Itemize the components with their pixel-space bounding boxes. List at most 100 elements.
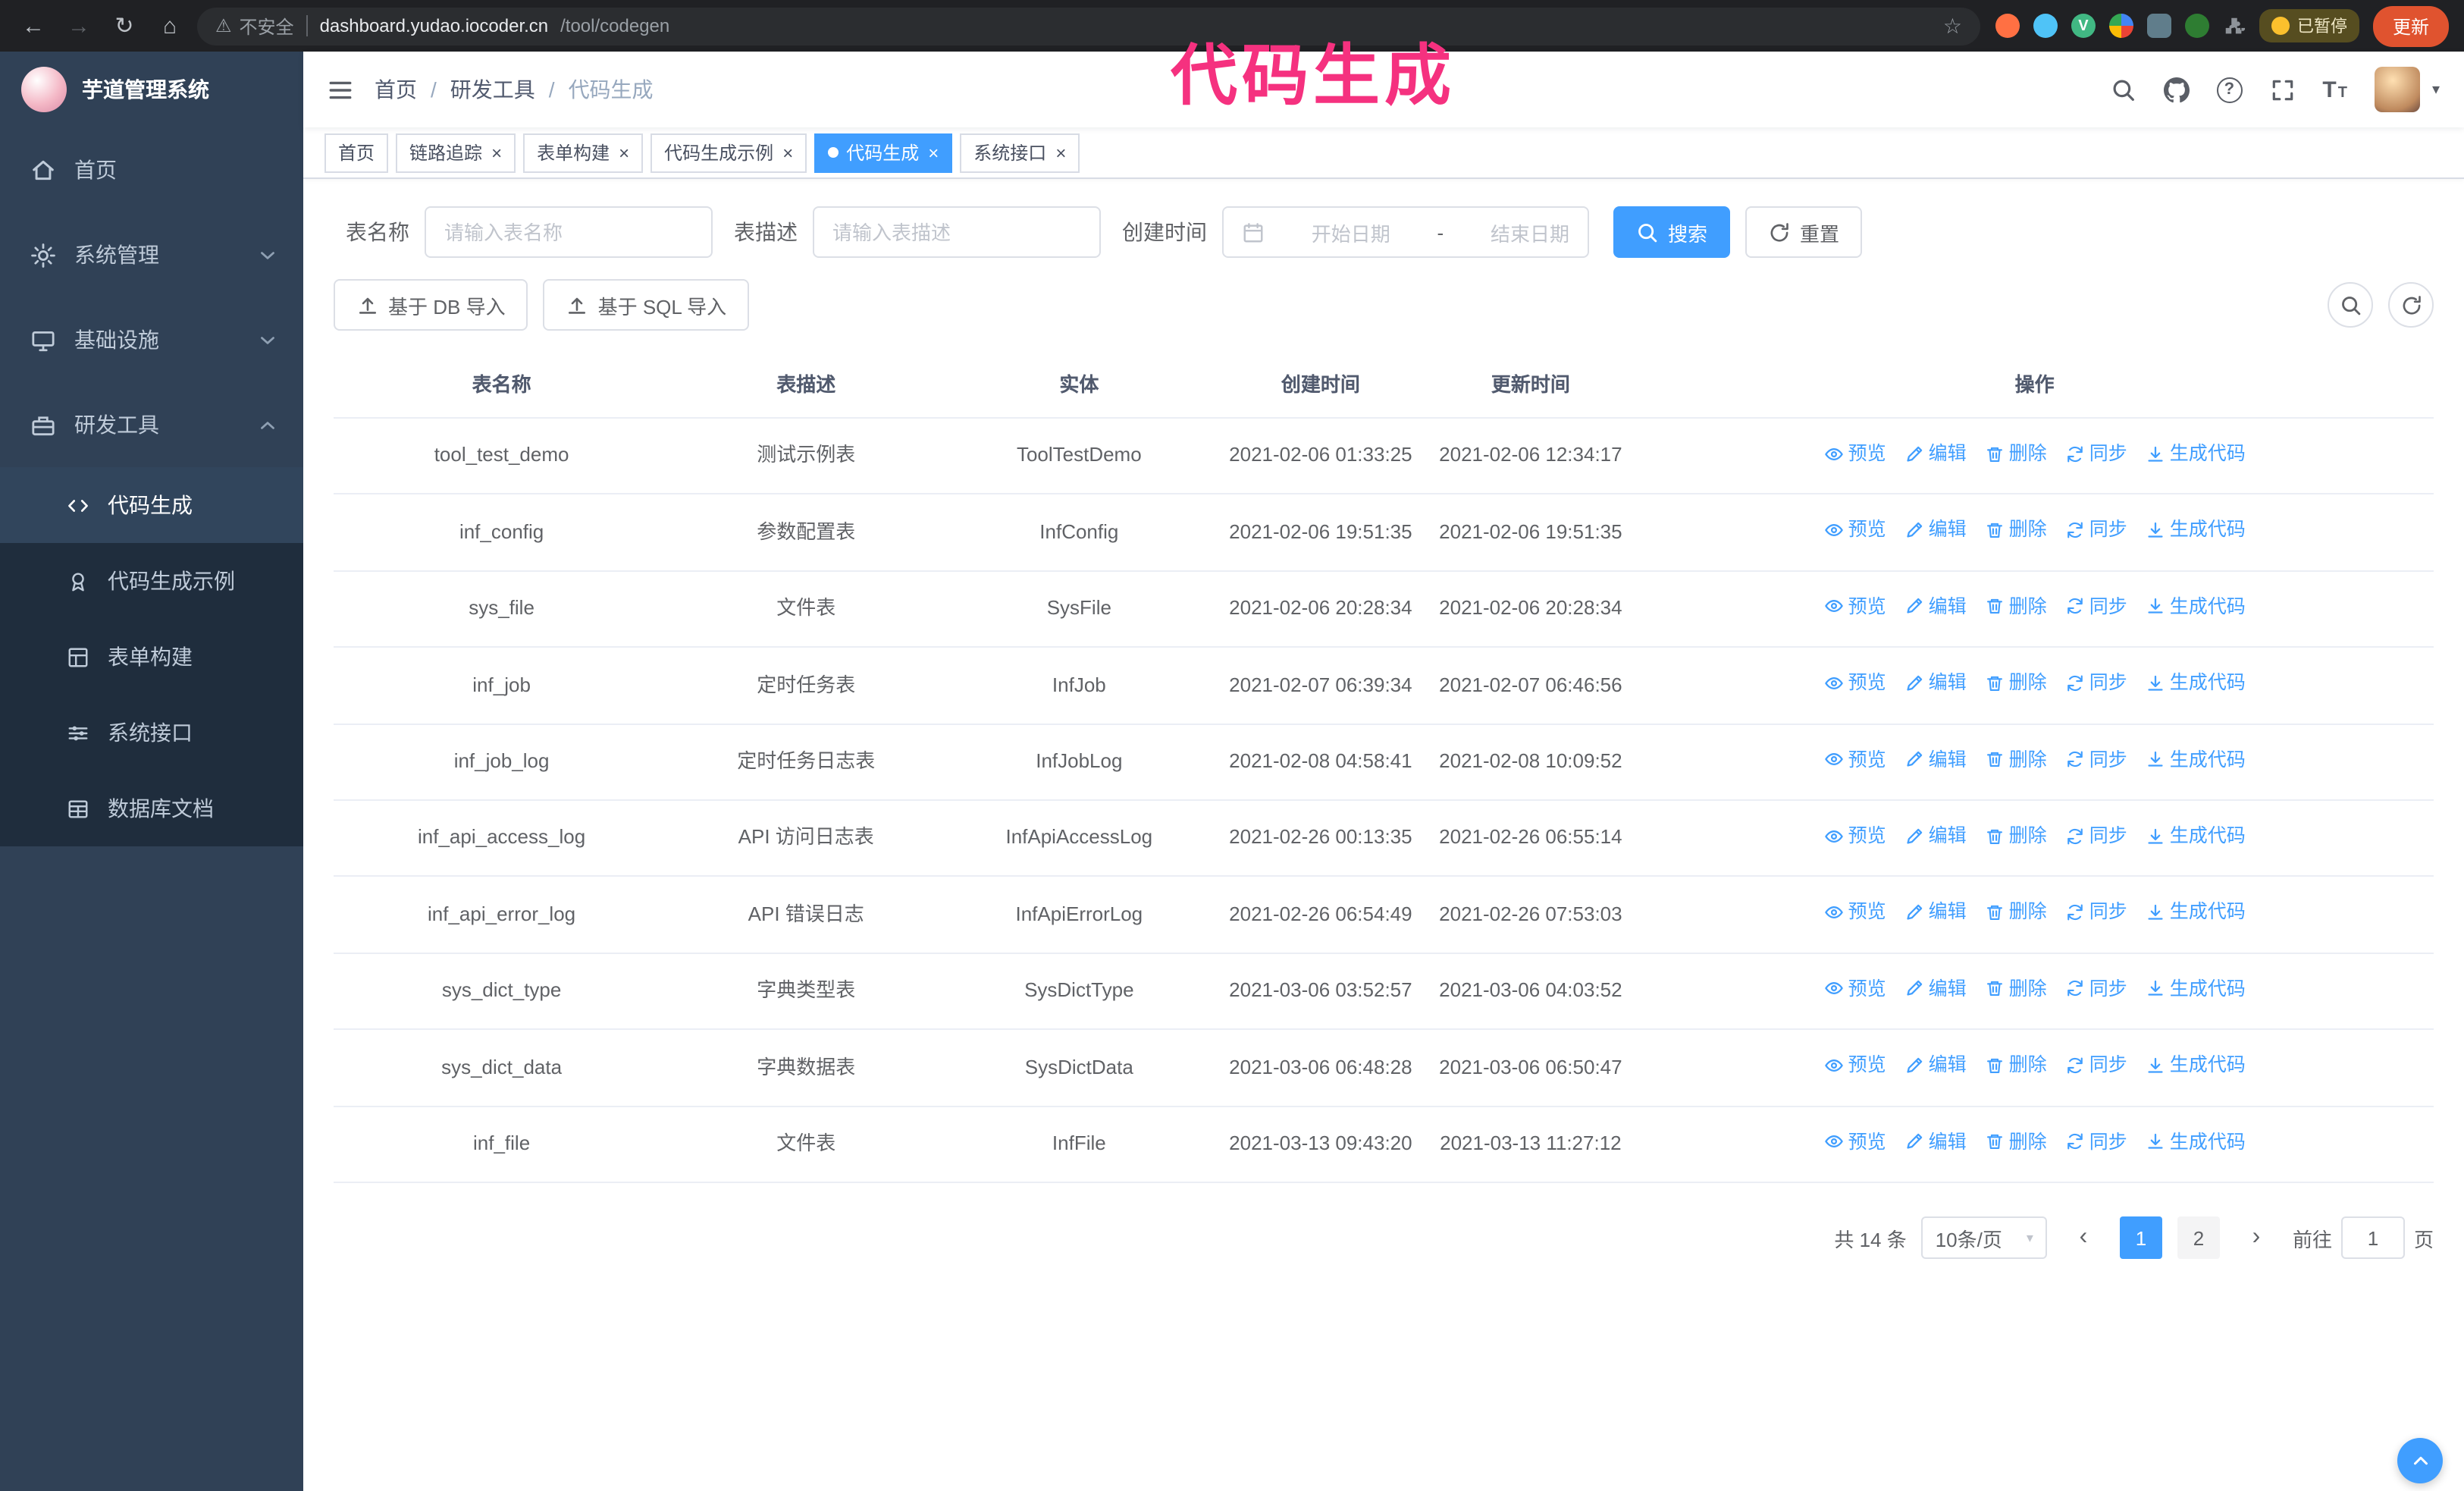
edit-link[interactable]: 编辑 bbox=[1904, 1052, 1967, 1079]
date-range-picker[interactable]: 开始日期 - 结束日期 bbox=[1222, 206, 1589, 258]
generate-code-link[interactable]: 生成代码 bbox=[2146, 593, 2246, 620]
generate-code-link[interactable]: 生成代码 bbox=[2146, 899, 2246, 926]
extensions-puzzle-icon[interactable] bbox=[2223, 14, 2246, 37]
sync-link[interactable]: 同步 bbox=[2065, 669, 2127, 696]
generate-code-link[interactable]: 生成代码 bbox=[2146, 1052, 2246, 1079]
refresh-table-button[interactable] bbox=[2388, 282, 2434, 328]
sidebar-item-form-builder[interactable]: 表单构建 bbox=[0, 619, 303, 695]
sync-link[interactable]: 同步 bbox=[2065, 822, 2127, 849]
import-sql-button[interactable]: 基于 SQL 导入 bbox=[543, 279, 750, 331]
generate-code-link[interactable]: 生成代码 bbox=[2146, 822, 2246, 849]
preview-link[interactable]: 预览 bbox=[1824, 822, 1886, 849]
goto-page-input[interactable] bbox=[2340, 1216, 2405, 1260]
sidebar-item-devtools[interactable]: 研发工具 bbox=[0, 382, 303, 467]
sidebar-item-codegen-example[interactable]: 代码生成示例 bbox=[0, 543, 303, 619]
preview-link[interactable]: 预览 bbox=[1824, 669, 1886, 696]
breadcrumb-home[interactable]: 首页 bbox=[375, 74, 417, 105]
preview-link[interactable]: 预览 bbox=[1824, 593, 1886, 620]
sidebar-item-system-api[interactable]: 系统接口 bbox=[0, 695, 303, 771]
delete-link[interactable]: 删除 bbox=[1985, 669, 2047, 696]
tab-tracing[interactable]: 链路追踪 × bbox=[396, 133, 516, 172]
tab-codegen[interactable]: 代码生成 × bbox=[814, 133, 953, 172]
extension-icon[interactable] bbox=[1995, 14, 2020, 38]
edit-link[interactable]: 编辑 bbox=[1904, 1128, 1967, 1155]
fullscreen-button[interactable] bbox=[2269, 77, 2295, 102]
tab-system-api[interactable]: 系统接口 × bbox=[960, 133, 1080, 172]
github-link[interactable] bbox=[2163, 77, 2189, 102]
delete-link[interactable]: 删除 bbox=[1985, 516, 2047, 544]
page-button-1[interactable]: 1 bbox=[2119, 1216, 2162, 1260]
sidebar-item-system[interactable]: 系统管理 bbox=[0, 212, 303, 297]
sync-link[interactable]: 同步 bbox=[2065, 1052, 2127, 1079]
preview-link[interactable]: 预览 bbox=[1824, 440, 1886, 467]
delete-link[interactable]: 删除 bbox=[1985, 1128, 2047, 1155]
table-name-input[interactable] bbox=[425, 206, 713, 258]
close-icon[interactable]: × bbox=[619, 143, 629, 162]
user-avatar[interactable] bbox=[2374, 67, 2420, 112]
import-db-button[interactable]: 基于 DB 导入 bbox=[334, 279, 528, 331]
generate-code-link[interactable]: 生成代码 bbox=[2146, 440, 2246, 467]
edit-link[interactable]: 编辑 bbox=[1904, 899, 1967, 926]
preview-link[interactable]: 预览 bbox=[1824, 516, 1886, 544]
edit-link[interactable]: 编辑 bbox=[1904, 746, 1967, 773]
edit-link[interactable]: 编辑 bbox=[1904, 975, 1967, 1003]
sidebar-item-home[interactable]: 首页 bbox=[0, 127, 303, 212]
extension-icon[interactable] bbox=[2108, 14, 2133, 38]
delete-link[interactable]: 删除 bbox=[1985, 899, 2047, 926]
sync-link[interactable]: 同步 bbox=[2065, 516, 2127, 544]
preview-link[interactable]: 预览 bbox=[1824, 1052, 1886, 1079]
breadcrumb-devtools[interactable]: 研发工具 bbox=[450, 74, 535, 105]
edit-link[interactable]: 编辑 bbox=[1904, 593, 1967, 620]
toggle-search-button[interactable] bbox=[2328, 282, 2373, 328]
sync-link[interactable]: 同步 bbox=[2065, 440, 2127, 467]
sync-link[interactable]: 同步 bbox=[2065, 746, 2127, 773]
extension-icon[interactable] bbox=[2184, 14, 2209, 38]
sync-link[interactable]: 同步 bbox=[2065, 593, 2127, 620]
reset-button[interactable]: 重置 bbox=[1745, 206, 1863, 258]
extension-icon[interactable] bbox=[2146, 14, 2171, 38]
reload-icon[interactable]: ↻ bbox=[106, 8, 143, 44]
sidebar-toggle-button[interactable] bbox=[328, 77, 353, 102]
edit-link[interactable]: 编辑 bbox=[1904, 440, 1967, 467]
tab-form-builder[interactable]: 表单构建 × bbox=[523, 133, 644, 172]
vue-devtools-icon[interactable]: V bbox=[2071, 14, 2096, 38]
back-icon[interactable]: ← bbox=[15, 8, 52, 44]
back-to-top-button[interactable] bbox=[2397, 1438, 2443, 1483]
sync-link[interactable]: 同步 bbox=[2065, 1128, 2127, 1155]
browser-update-button[interactable]: 更新 bbox=[2372, 5, 2449, 46]
generate-code-link[interactable]: 生成代码 bbox=[2146, 975, 2246, 1003]
help-button[interactable]: ? bbox=[2216, 77, 2243, 102]
sidebar-item-db-doc[interactable]: 数据库文档 bbox=[0, 771, 303, 846]
extension-icon[interactable] bbox=[2033, 14, 2058, 38]
generate-code-link[interactable]: 生成代码 bbox=[2146, 516, 2246, 544]
generate-code-link[interactable]: 生成代码 bbox=[2146, 1128, 2246, 1155]
font-size-button[interactable]: TT bbox=[2322, 78, 2347, 101]
close-icon[interactable]: × bbox=[1055, 143, 1066, 162]
generate-code-link[interactable]: 生成代码 bbox=[2146, 669, 2246, 696]
close-icon[interactable]: × bbox=[928, 143, 939, 162]
edit-link[interactable]: 编辑 bbox=[1904, 516, 1967, 544]
generate-code-link[interactable]: 生成代码 bbox=[2146, 746, 2246, 773]
page-button-2[interactable]: 2 bbox=[2177, 1216, 2220, 1260]
security-warning[interactable]: ⚠ 不安全 bbox=[215, 13, 294, 39]
next-page-button[interactable]: › bbox=[2235, 1216, 2277, 1259]
page-size-select[interactable]: 10条/页 ▾ bbox=[1921, 1216, 2047, 1260]
header-search-button[interactable] bbox=[2110, 77, 2136, 102]
delete-link[interactable]: 删除 bbox=[1985, 1052, 2047, 1079]
tab-codegen-example[interactable]: 代码生成示例 × bbox=[650, 133, 807, 172]
address-bar[interactable]: ⚠ 不安全 dashboard.yudao.iocoder.cn /tool/c… bbox=[197, 7, 1980, 45]
forward-icon[interactable]: → bbox=[61, 8, 97, 44]
preview-link[interactable]: 预览 bbox=[1824, 975, 1886, 1003]
sidebar-item-codegen[interactable]: 代码生成 bbox=[0, 467, 303, 543]
search-button[interactable]: 搜索 bbox=[1613, 206, 1731, 258]
delete-link[interactable]: 删除 bbox=[1985, 440, 2047, 467]
delete-link[interactable]: 删除 bbox=[1985, 975, 2047, 1003]
sync-link[interactable]: 同步 bbox=[2065, 899, 2127, 926]
user-menu-caret-icon[interactable]: ▾ bbox=[2432, 81, 2440, 98]
sync-link[interactable]: 同步 bbox=[2065, 975, 2127, 1003]
home-icon[interactable]: ⌂ bbox=[152, 8, 188, 44]
delete-link[interactable]: 删除 bbox=[1985, 822, 2047, 849]
tab-home[interactable]: 首页 bbox=[324, 133, 389, 172]
sidebar-item-infra[interactable]: 基础设施 bbox=[0, 297, 303, 382]
edit-link[interactable]: 编辑 bbox=[1904, 822, 1967, 849]
